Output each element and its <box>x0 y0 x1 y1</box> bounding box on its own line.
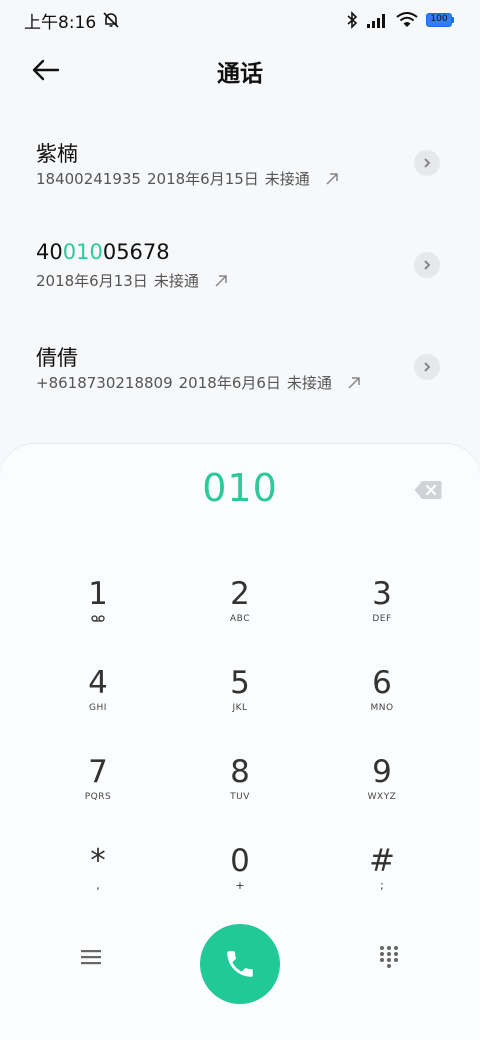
chevron-right-icon <box>424 362 431 372</box>
battery-icon: 100 <box>426 13 454 27</box>
contact-name: 4001005678 <box>36 240 170 264</box>
key-4[interactable]: 4 GHI <box>43 665 153 735</box>
key-9[interactable]: 9 WXYZ <box>327 754 437 824</box>
call-number: 18400241935 <box>36 169 141 188</box>
call-log-item[interactable]: 紫楠 18400241935 2018年6月15日 未接通 <box>0 138 480 238</box>
call-meta: 18400241935 2018年6月15日 未接通 <box>36 168 340 189</box>
outgoing-arrow-icon <box>326 172 338 185</box>
key-7[interactable]: 7 PQRS <box>43 754 153 824</box>
call-detail-button[interactable] <box>414 252 440 278</box>
status-bar: 上午8:16 100 <box>0 0 480 40</box>
app-header: 通话 <box>0 40 480 98</box>
keypad-icon <box>380 946 398 968</box>
contact-name: 紫楠 <box>36 142 78 166</box>
key-hash[interactable]: # ; <box>327 843 437 913</box>
call-date: 2018年6月13日 <box>36 272 148 290</box>
call-detail-button[interactable] <box>414 150 440 176</box>
outgoing-arrow-icon <box>215 274 227 287</box>
dialpad-panel: 010 1 2 ABC 3 DEF 4 GHI 5 JKL 6 MNO 7 PQ… <box>0 444 480 1040</box>
call-log-item[interactable]: 4001005678 2018年6月13日 未接通 <box>0 240 480 340</box>
contact-name: 倩倩 <box>36 346 78 370</box>
backspace-icon <box>414 481 442 499</box>
status-time: 上午8:16 <box>24 12 97 33</box>
signal-icon <box>367 14 385 28</box>
menu-button[interactable] <box>72 938 110 976</box>
call-number: +8618730218809 <box>36 373 173 392</box>
call-detail-button[interactable] <box>414 354 440 380</box>
call-status: 未接通 <box>286 374 332 392</box>
wifi-icon <box>396 12 418 27</box>
key-3[interactable]: 3 DEF <box>327 576 437 646</box>
call-status: 未接通 <box>264 170 310 188</box>
alarm-off-icon <box>103 12 119 28</box>
key-1[interactable]: 1 <box>43 576 153 646</box>
chevron-right-icon <box>424 158 431 168</box>
call-date: 2018年6月6日 <box>178 374 281 392</box>
call-meta: +8618730218809 2018年6月6日 未接通 <box>36 372 362 393</box>
page-title: 通话 <box>217 61 263 87</box>
menu-icon <box>81 950 101 965</box>
call-meta: 2018年6月13日 未接通 <box>36 270 229 291</box>
call-date: 2018年6月15日 <box>146 170 259 188</box>
call-log-item[interactable]: 倩倩 +8618730218809 2018年6月6日 未接通 <box>0 342 480 442</box>
keypad-toggle-button[interactable] <box>370 938 408 976</box>
key-5[interactable]: 5 JKL <box>185 665 295 735</box>
key-0[interactable]: 0 + <box>185 843 295 913</box>
dialed-number: 010 <box>202 466 278 510</box>
phone-icon <box>227 951 253 977</box>
battery-level: 100 <box>426 13 452 27</box>
backspace-button[interactable] <box>414 480 442 500</box>
chevron-right-icon <box>424 260 431 270</box>
key-star[interactable]: * , <box>43 843 153 913</box>
key-8[interactable]: 8 TUV <box>185 754 295 824</box>
outgoing-arrow-icon <box>348 376 360 389</box>
bluetooth-icon <box>347 11 358 29</box>
dialpad-actions <box>0 924 480 1014</box>
voicemail-icon <box>91 615 105 622</box>
key-2[interactable]: 2 ABC <box>185 576 295 646</box>
call-button[interactable] <box>200 924 280 1004</box>
call-status: 未接通 <box>153 272 199 290</box>
key-6[interactable]: 6 MNO <box>327 665 437 735</box>
